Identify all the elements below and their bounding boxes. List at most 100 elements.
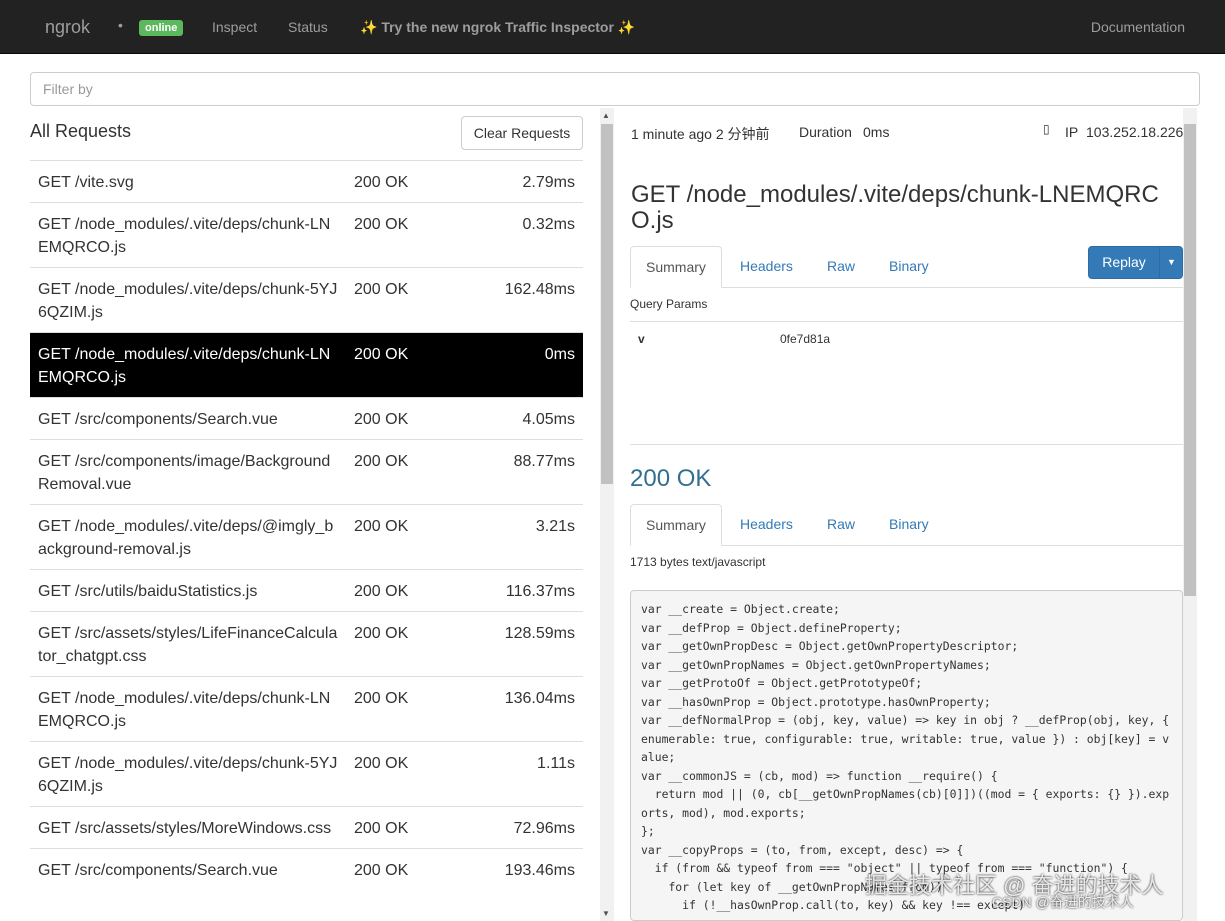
nav-link-status[interactable]: Status [288, 19, 328, 35]
request-path: GET /src/components/image/BackgroundRemo… [38, 453, 331, 493]
request-duration: 2.79ms [522, 174, 575, 191]
replay-button-group: Replay ▼ [1088, 246, 1183, 279]
request-duration: 162.48ms [504, 281, 575, 298]
code-line: return mod || (0, cb[__getOwnPropNames(c… [641, 787, 1170, 820]
table-row[interactable]: GET /src/utils/baiduStatistics.js 200 OK 1… [30, 569, 583, 611]
table-row[interactable]: GET /vite.svg 200 OK 2.79ms [30, 160, 583, 202]
table-row[interactable]: GET /node_modules/.vite/deps/chunk-5YJ6Q… [30, 267, 583, 332]
request-status: 200 OK [354, 281, 409, 298]
request-duration: 193.46ms [504, 862, 575, 879]
request-title: GET /node_modules/.vite/deps/chunk-LNEMQ… [631, 181, 1159, 234]
code-line: var __create = Object.create; [641, 602, 840, 616]
ip-value: 103.252.18.226 [1086, 124, 1184, 140]
nav-link-inspect[interactable]: Inspect [212, 19, 257, 35]
scrollbar-thumb[interactable] [601, 124, 613, 484]
table-row[interactable]: GET /node_modules/.vite/deps/chunk-5YJ6Q… [30, 741, 583, 806]
code-line: }; [641, 824, 655, 838]
table-row[interactable]: GET /src/components/Search.vue 200 OK 193.… [30, 848, 583, 890]
request-status: 200 OK [354, 690, 409, 707]
scroll-up-arrow-icon[interactable]: ▲ [602, 111, 610, 120]
detail-scrollbar[interactable] [1183, 108, 1197, 921]
response-meta: 1713 bytes text/javascript [630, 555, 766, 569]
request-path: GET /node_modules/.vite/deps/chunk-5YJ6Q… [38, 755, 338, 795]
response-status: 200 OK [630, 465, 712, 492]
request-path: GET /node_modules/.vite/deps/chunk-LNEMQ… [38, 690, 331, 730]
param-key: v [638, 332, 645, 346]
request-status: 200 OK [354, 453, 409, 470]
brand-logo[interactable]: ngrok [45, 17, 90, 38]
request-time: 1 minute ago 2 分钟前 [631, 126, 770, 142]
table-row[interactable]: GET /src/assets/styles/MoreWindows.css 20… [30, 806, 583, 848]
request-duration: 3.21s [535, 518, 575, 535]
ip-label: IP [1065, 124, 1079, 140]
request-path: GET /src/assets/styles/MoreWindows.css [38, 820, 332, 837]
code-line: var __hasOwnProp = Object.prototype.hasO… [641, 694, 991, 709]
status-badge: online [139, 20, 184, 36]
request-status: 200 OK [354, 862, 409, 879]
request-path: GET /node_modules/.vite/deps/@imgly_back… [38, 518, 334, 558]
tab-response-summary[interactable]: Summary [630, 504, 722, 546]
tab-request-binary[interactable]: Binary [874, 246, 944, 288]
code-line: var __copyProps = (to, from, except, des… [641, 842, 964, 857]
duration-value: 0ms [863, 124, 890, 140]
tab-request-summary[interactable]: Summary [630, 246, 722, 288]
replay-button[interactable]: Replay [1089, 247, 1159, 278]
request-duration: 1.11s [537, 755, 575, 772]
request-path: GET /src/components/Search.vue [38, 862, 278, 879]
request-status: 200 OK [354, 518, 409, 535]
request-duration: 88.77ms [513, 453, 575, 470]
scrollbar-thumb[interactable] [1184, 124, 1196, 596]
request-duration: 136.04ms [504, 690, 575, 707]
request-list: GET /vite.svg 200 OK 2.79ms GET /node_modul… [30, 160, 583, 921]
request-duration: 0.32ms [522, 216, 575, 233]
request-status: 200 OK [354, 755, 409, 772]
watermark-secondary: CSDN @奋进的技术人 [992, 894, 1134, 910]
nav-link-documentation[interactable]: Documentation [1091, 19, 1185, 35]
code-line: var __getProtoOf = Object.getPrototypeOf… [641, 676, 923, 690]
nav-link-traffic-inspector[interactable]: ✨ Try the new ngrok Traffic Inspector ✨ [360, 19, 635, 36]
status-dot: • [118, 17, 123, 33]
request-path: GET /src/components/Search.vue [38, 411, 278, 428]
code-line: var __defNormalProp = (obj, key, value) … [641, 713, 1176, 764]
request-path: GET /node_modules/.vite/deps/chunk-LNEMQ… [38, 346, 331, 386]
tab-response-headers[interactable]: Headers [725, 504, 808, 546]
scroll-down-arrow-icon[interactable]: ▼ [602, 909, 610, 918]
request-status: 200 OK [354, 174, 409, 191]
code-line: var __getOwnPropDesc = Object.getOwnProp… [641, 639, 1019, 653]
tab-response-raw[interactable]: Raw [812, 504, 870, 546]
query-params-table: v 0fe7d81a [630, 321, 1183, 445]
table-row[interactable]: GET /node_modules/.vite/deps/chunk-LNEMQ… [30, 332, 583, 397]
request-path: GET /src/utils/baiduStatistics.js [38, 583, 258, 600]
table-row[interactable]: GET /node_modules/.vite/deps/chunk-LNEMQ… [30, 676, 583, 741]
clear-requests-button[interactable]: Clear Requests [461, 116, 583, 150]
request-status: 200 OK [354, 346, 409, 363]
tab-request-headers[interactable]: Headers [725, 246, 808, 288]
filter-input[interactable] [30, 72, 1200, 106]
request-duration: 4.05ms [522, 411, 575, 428]
param-value: 0fe7d81a [780, 332, 831, 346]
table-row[interactable]: GET /node_modules/.vite/deps/chunk-LNEMQ… [30, 202, 583, 267]
table-row[interactable]: GET /src/components/image/BackgroundRemo… [30, 439, 583, 504]
request-status: 200 OK [354, 625, 409, 642]
replay-dropdown-caret-icon[interactable]: ▼ [1159, 247, 1183, 278]
code-line: var __defProp = Object.defineProperty; [641, 620, 902, 635]
request-status: 200 OK [354, 411, 409, 428]
request-duration: 72.96ms [513, 820, 575, 837]
request-path: GET /src/assets/styles/LifeFinanceCalcul… [38, 625, 338, 665]
top-navbar: ngrok • online Inspect Status ✨ Try the … [0, 0, 1225, 54]
table-row[interactable]: GET /node_modules/.vite/deps/@imgly_back… [30, 504, 583, 569]
request-path: GET /node_modules/.vite/deps/chunk-5YJ6Q… [38, 281, 338, 321]
tab-response-binary[interactable]: Binary [874, 504, 944, 546]
table-row[interactable]: GET /src/components/Search.vue 200 OK 4.05… [30, 397, 583, 439]
request-duration: 0ms [544, 346, 575, 363]
code-line: var __commonJS = (cb, mod) => function _… [641, 768, 998, 783]
request-duration: 116.37ms [505, 583, 575, 600]
request-path: GET /vite.svg [38, 174, 134, 191]
request-status: 200 OK [354, 216, 409, 233]
request-status: 200 OK [354, 820, 409, 837]
request-list-scrollbar[interactable]: ▲ ▼ [600, 108, 614, 921]
response-tabs: Summary Headers Raw Binary [630, 504, 1183, 546]
tab-request-raw[interactable]: Raw [812, 246, 870, 288]
table-row[interactable]: GET /src/assets/styles/LifeFinanceCalcul… [30, 611, 583, 676]
duration-label: Duration [799, 124, 852, 140]
